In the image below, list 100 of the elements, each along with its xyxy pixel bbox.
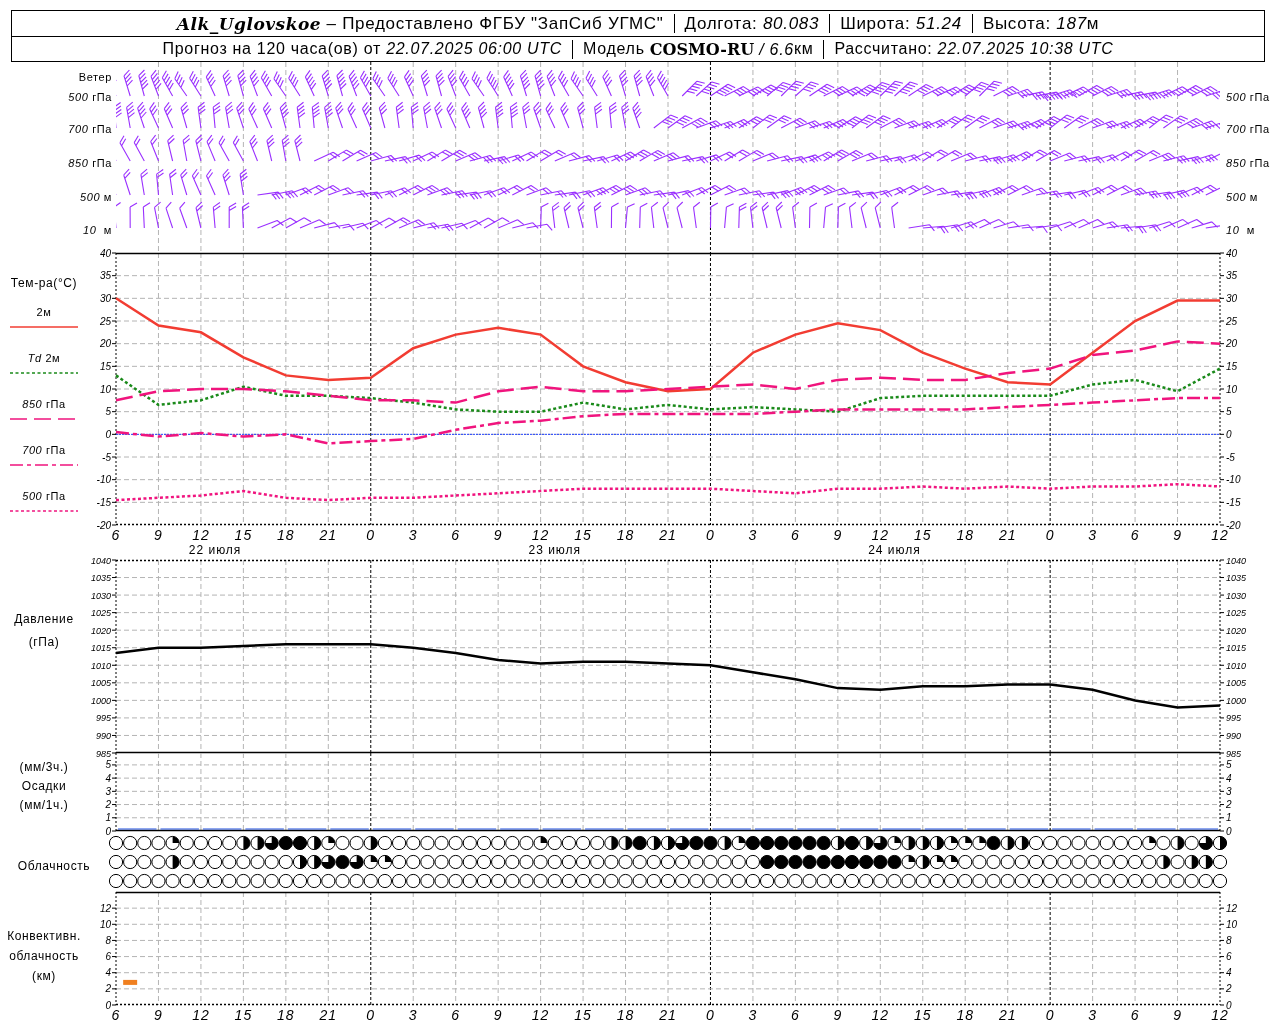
- axis-tick-label: 10: [99, 383, 111, 395]
- axis-tick-label: 2: [105, 983, 111, 995]
- cloud-cover-symbol: [208, 835, 223, 851]
- cloud-cover-symbol: [547, 873, 562, 889]
- cloud-cover-symbol: [193, 835, 208, 851]
- cloud-cover-symbol: [703, 854, 718, 870]
- cloud-cover-symbol: [137, 835, 152, 851]
- cloud-cover-symbol: [335, 835, 350, 851]
- legend-line-icon: [10, 325, 78, 329]
- axis-tick-label: 1040: [90, 555, 111, 566]
- axis-tick-label: 40: [1226, 247, 1238, 259]
- axis-tick-label: 2: [105, 799, 111, 811]
- cloud-cover-symbol: [618, 854, 633, 870]
- cloud-cover-symbol: [292, 854, 308, 870]
- cloud-cover-symbol: [1099, 854, 1114, 870]
- axis-tick-label: 5: [1226, 759, 1232, 771]
- axis-tick-label: 6: [105, 951, 111, 963]
- cloud-cover-symbol: [1014, 835, 1029, 851]
- cloud-cover-symbol: [1113, 873, 1128, 889]
- cloud-cover-symbol: [1000, 835, 1015, 851]
- cloud-cover-symbol: [675, 854, 690, 870]
- cloud-cover-symbol: [1000, 854, 1015, 870]
- cloud-cover-symbol: [717, 854, 732, 870]
- cloud-cover-symbol: [1128, 873, 1143, 889]
- axis-tick-label: 12: [99, 902, 111, 914]
- level-label: 10 м: [81, 224, 114, 236]
- cloud-cover-symbol: [576, 854, 591, 870]
- hour-label: 6: [791, 527, 800, 543]
- cloud-cover-symbol: [292, 873, 308, 889]
- axis-tick-label: -10: [1226, 474, 1241, 486]
- axis-tick-label: 995: [95, 713, 111, 724]
- cloud-cover-symbol: [561, 835, 576, 851]
- cloud-cover-symbol: [1184, 873, 1199, 889]
- cloud-cover-symbol: [1000, 873, 1015, 889]
- cloud-cover-symbol: [844, 873, 860, 889]
- cloud-cover-symbol: [236, 835, 251, 851]
- hour-label: 3: [408, 527, 418, 543]
- cloud-cover-symbol: [859, 854, 874, 870]
- axis-tick-label: 4: [1226, 967, 1232, 979]
- cloud-cover-symbol: [165, 835, 180, 851]
- cloud-cover-symbol: [349, 835, 364, 851]
- cloud-cover-symbol: [392, 873, 407, 889]
- cloud-cover-symbol: [1043, 873, 1058, 889]
- axis-tick-label: 0: [105, 428, 111, 440]
- cloud-cover-symbol: [1028, 835, 1044, 851]
- cloud-cover-symbol: [774, 854, 789, 870]
- hour-label: 12: [871, 1007, 890, 1023]
- cloud-cover-symbol: [703, 873, 718, 889]
- cloud-cover-symbol: [887, 854, 902, 870]
- cloud-cover-symbol: [590, 873, 605, 889]
- cloud-cover-symbol: [292, 835, 308, 851]
- level-label: 700 гПа: [66, 123, 114, 135]
- cloud-cover-symbol: [830, 835, 845, 851]
- hour-label: 15: [574, 527, 592, 543]
- axis-tick-label: 30: [1226, 292, 1238, 304]
- field-label: Модель: [583, 40, 646, 58]
- cloud-cover-symbol: [1085, 835, 1100, 851]
- cloud-cover-symbol: [165, 854, 180, 870]
- cloud-cover-symbol: [1043, 854, 1058, 870]
- cloud-cover-symbol: [321, 835, 336, 851]
- cloud-cover-symbol: [802, 873, 817, 889]
- cloud-cover-symbol: [222, 835, 237, 851]
- axis-tick-label: -5: [102, 451, 111, 463]
- cloud-cover-symbol: [887, 835, 902, 851]
- hour-label: 12: [192, 1007, 210, 1023]
- legend-line-icon: [10, 371, 78, 375]
- cloud-cover-symbol: [646, 854, 661, 870]
- axis-title: (мм/3ч.) Осадки (мм/1ч.): [18, 759, 70, 814]
- legend-label: 2м: [36, 305, 52, 319]
- level-label: 500 гПа: [1224, 91, 1272, 103]
- hour-label: 21: [319, 1007, 338, 1023]
- station-name: Alk_Uglovskoe: [176, 13, 322, 34]
- cloud-cover-symbol: [618, 835, 633, 851]
- cloud-cover-symbol: [392, 854, 407, 870]
- cloud-cover-symbol: [1142, 835, 1157, 851]
- cloud-cover-symbol: [151, 854, 166, 870]
- cloud-cover-symbol: [193, 873, 208, 889]
- cloud-cover-symbol: [1071, 835, 1086, 851]
- field-unit: км: [793, 40, 814, 58]
- field-label: Рассчитано:: [834, 40, 934, 58]
- field-unit: м: [1086, 13, 1100, 34]
- hour-label: 18: [277, 1007, 295, 1023]
- hour-label: 18: [616, 1007, 635, 1023]
- cloud-cover-symbol: [986, 835, 1001, 851]
- cloud-cover-symbol: [420, 873, 435, 889]
- hour-label: 6: [1130, 1007, 1140, 1023]
- cloud-layer-bar: [123, 979, 138, 985]
- cloud-cover-symbol: [491, 854, 506, 870]
- cloud-cover-symbol: [491, 873, 506, 889]
- legend-line-icon: [10, 509, 78, 513]
- cloud-cover-symbol: [179, 854, 194, 870]
- axis-tick-label: 4: [1226, 772, 1232, 784]
- cloud-cover-symbol: [1212, 854, 1228, 870]
- axis-tick-label: -5: [1226, 451, 1235, 463]
- axis-tick-label: 1015: [90, 643, 111, 654]
- cloud-cover-symbol: [816, 873, 831, 889]
- cloud-cover-symbol: [1156, 835, 1171, 851]
- cloud-cover-symbol: [519, 873, 534, 889]
- cloud-cover-symbol: [250, 854, 265, 870]
- hour-label: 6: [111, 1007, 121, 1023]
